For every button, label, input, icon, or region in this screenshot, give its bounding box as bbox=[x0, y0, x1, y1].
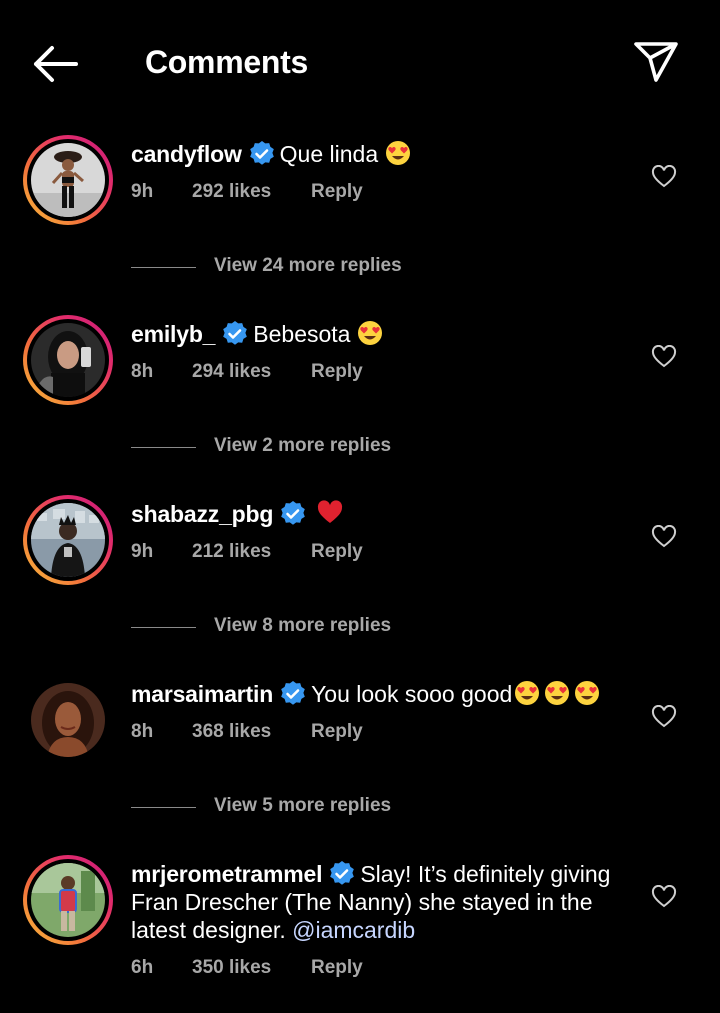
comment-likes[interactable]: 350 likes bbox=[192, 957, 271, 979]
view-replies-label: View 2 more replies bbox=[214, 435, 392, 456]
comment-username[interactable]: shabazz_pbg bbox=[131, 501, 273, 527]
comment-username[interactable]: mrjerometrammel bbox=[131, 861, 323, 887]
view-replies-label: View 8 more replies bbox=[214, 615, 392, 636]
red-heart-emoji-icon bbox=[318, 500, 343, 523]
like-heart-icon[interactable] bbox=[651, 345, 677, 369]
verified-badge-icon bbox=[223, 321, 248, 345]
comment-item: emilyb_ Bebesota 8h 294 likes Reply View … bbox=[0, 315, 720, 465]
back-arrow-icon[interactable] bbox=[30, 40, 82, 88]
comment-time: 6h bbox=[131, 957, 154, 978]
direct-share-icon[interactable] bbox=[630, 38, 682, 86]
heart-eyes-emoji-icon bbox=[515, 681, 540, 705]
avatar bbox=[31, 323, 105, 397]
view-more-replies[interactable]: View 24 more replies bbox=[131, 255, 531, 279]
comment-text: Que linda bbox=[279, 141, 385, 167]
comment-time: 9h bbox=[131, 541, 154, 562]
verified-badge-icon bbox=[281, 501, 306, 525]
reply-button[interactable]: Reply bbox=[311, 957, 363, 979]
comment-text: You look sooo good bbox=[311, 681, 513, 707]
like-heart-icon[interactable] bbox=[651, 885, 677, 909]
heart-eyes-emoji-icon bbox=[575, 681, 600, 705]
like-heart-icon[interactable] bbox=[651, 165, 677, 189]
reply-button[interactable]: Reply bbox=[311, 361, 363, 383]
comment-likes[interactable]: 292 likes bbox=[192, 181, 271, 203]
avatar bbox=[31, 143, 105, 217]
like-heart-icon[interactable] bbox=[651, 705, 677, 729]
reply-button[interactable]: Reply bbox=[311, 541, 363, 563]
comment-item: shabazz_pbg 9h 212 likes Reply View 8 mo… bbox=[0, 495, 720, 645]
page-title: Comments bbox=[145, 44, 308, 80]
like-heart-icon[interactable] bbox=[651, 525, 677, 549]
avatar-container[interactable] bbox=[23, 675, 113, 765]
divider-line bbox=[131, 627, 196, 628]
comment-text: Bebesota bbox=[253, 321, 357, 347]
comment-item: marsaimartin You look sooo good 8h 368 li… bbox=[0, 675, 720, 825]
heart-eyes-emoji-icon bbox=[545, 681, 570, 705]
avatar-story-ring[interactable] bbox=[23, 315, 113, 405]
comment-item: mrjerometrammel Slay! It’s definitely giv… bbox=[0, 855, 720, 1013]
verified-badge-icon bbox=[249, 141, 274, 165]
comment-username[interactable]: marsaimartin bbox=[131, 681, 273, 707]
heart-eyes-emoji-icon bbox=[385, 141, 410, 165]
heart-eyes-emoji-icon bbox=[357, 321, 382, 345]
view-replies-label: View 24 more replies bbox=[214, 255, 402, 276]
avatar-story-ring[interactable] bbox=[23, 135, 113, 225]
view-replies-label: View 5 more replies bbox=[214, 795, 392, 816]
comment-time: 8h bbox=[131, 721, 154, 742]
comment-time: 9h bbox=[131, 181, 154, 202]
verified-badge-icon bbox=[330, 861, 355, 885]
reply-button[interactable]: Reply bbox=[311, 721, 363, 743]
reply-button[interactable]: Reply bbox=[311, 181, 363, 203]
view-more-replies[interactable]: View 2 more replies bbox=[131, 435, 531, 459]
divider-line bbox=[131, 447, 196, 448]
comment-username[interactable]: candyflow bbox=[131, 141, 242, 167]
divider-line bbox=[131, 267, 196, 268]
avatar-story-ring[interactable] bbox=[23, 495, 113, 585]
mention-link[interactable]: @iamcardib bbox=[292, 917, 415, 943]
avatar bbox=[31, 863, 105, 937]
avatar bbox=[31, 503, 105, 577]
view-more-replies[interactable]: View 5 more replies bbox=[131, 795, 531, 819]
avatar bbox=[31, 683, 105, 757]
header-bar: Comments bbox=[0, 0, 720, 125]
comment-likes[interactable]: 368 likes bbox=[192, 721, 271, 743]
avatar-story-ring[interactable] bbox=[23, 855, 113, 945]
view-more-replies[interactable]: View 8 more replies bbox=[131, 615, 531, 639]
comment-likes[interactable]: 212 likes bbox=[192, 541, 271, 563]
comment-item: candyflow Que linda 9h 292 likes Reply Vi… bbox=[0, 135, 720, 285]
comment-time: 8h bbox=[131, 361, 154, 382]
divider-line bbox=[131, 807, 196, 808]
comment-username[interactable]: emilyb_ bbox=[131, 321, 215, 347]
verified-badge-icon bbox=[281, 681, 305, 705]
comment-likes[interactable]: 294 likes bbox=[192, 361, 271, 383]
